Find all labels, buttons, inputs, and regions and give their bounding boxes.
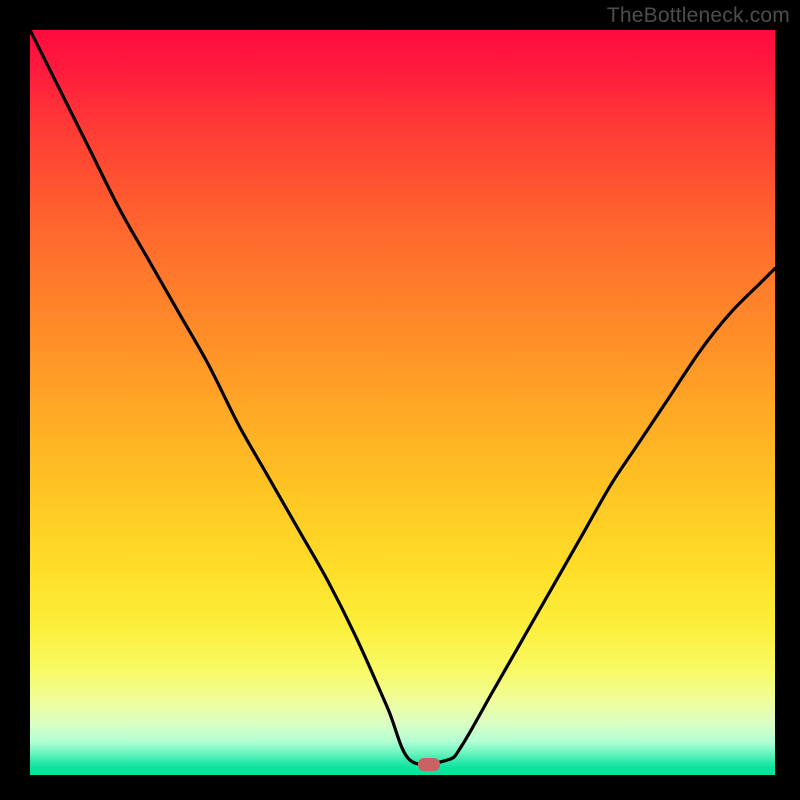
optimal-point-marker xyxy=(418,758,440,771)
chart-frame: TheBottleneck.com xyxy=(0,0,800,800)
plot-area xyxy=(30,30,775,775)
bottleneck-curve xyxy=(30,30,775,775)
watermark-text: TheBottleneck.com xyxy=(607,4,790,28)
